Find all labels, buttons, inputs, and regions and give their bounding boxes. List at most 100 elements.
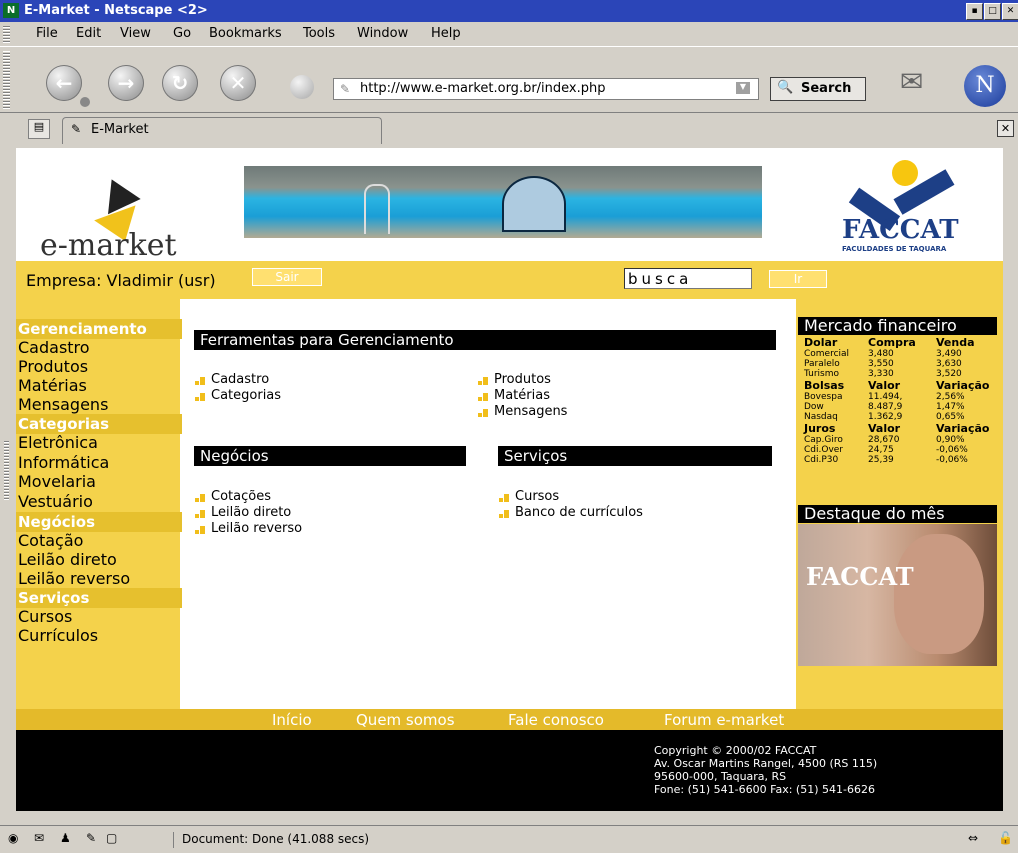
faccat-check-mark [848,169,955,232]
sidebar-item-produtos[interactable]: Produtos [18,357,88,376]
pool-banner [244,166,762,238]
tab-emarket[interactable]: ✎ E-Market [62,117,382,144]
faccat-logo[interactable]: FACCAT FACULDADES DE TAQUARA [834,160,974,258]
bullet-icon [195,509,205,519]
link-cadastro[interactable]: Cadastro [195,372,269,388]
menu-edit[interactable]: Edit [76,26,101,41]
faccat-subtitle: FACULDADES DE TAQUARA [842,245,947,253]
link-label: Produtos [494,372,551,387]
link-banco-curriculos[interactable]: Banco de currículos [499,505,643,521]
sidebar-cat-servicos[interactable]: Serviços [16,588,182,608]
link-leilao-reverso[interactable]: Leilão reverso [195,521,302,537]
link-cotacoes[interactable]: Cotações [195,489,271,505]
menu-window[interactable]: Window [357,26,408,41]
menu-help[interactable]: Help [431,26,461,41]
mail-icon[interactable]: ✉ [34,831,44,845]
menu-go[interactable]: Go [173,26,191,41]
window-titlebar[interactable]: N E-Market - Netscape <2> ▪ □ ✕ [0,0,1018,22]
copyright-line: Copyright © 2000/02 FACCAT [654,744,817,757]
sidebar-item-cursos[interactable]: Cursos [18,607,72,626]
bullet-icon [478,376,488,386]
sidebar-item-leilao-direto[interactable]: Leilão direto [18,550,117,569]
sidebar-item-curriculos[interactable]: Currículos [18,626,98,645]
forward-icon[interactable]: → [108,65,144,101]
left-sidebar: Gerenciamento Cadastro Produtos Matérias… [16,299,182,709]
mf-cell: -0,06% [936,445,968,455]
search-field[interactable]: busca [624,268,752,289]
footer-links-bar: Início Quem somos Fale conosco Forum e-m… [16,709,1003,730]
close-window-button[interactable]: ✕ [1002,3,1018,20]
mf-cell: 3,490 [936,349,962,359]
reload-icon[interactable]: ↻ [162,65,198,101]
user-bar: Empresa: Vladimir (usr) Sair busca Ir [16,261,1003,299]
minimize-button[interactable]: ▪ [966,3,983,20]
sidebar-item-leilao-reverso[interactable]: Leilão reverso [18,569,130,588]
sidebar-grip[interactable] [4,440,9,500]
back-dropdown-icon[interactable] [80,97,90,107]
security-lock-icon[interactable]: 🔓 [998,831,1013,845]
sidebar-item-vestuario[interactable]: Vestuário [18,492,93,511]
user-icon[interactable]: ♟ [60,831,71,845]
destaque-image[interactable]: FACCAT [798,524,997,666]
stop-icon[interactable]: ✕ [220,65,256,101]
dolar-head: Dolar [804,336,838,349]
toolbar-grip[interactable] [3,51,10,109]
maximize-button[interactable]: □ [984,3,1001,20]
online-icon[interactable]: ⇔ [968,831,978,845]
bullet-icon [478,392,488,402]
sair-button[interactable]: Sair [252,268,322,286]
mf-cell: -0,06% [936,455,968,465]
navigator-icon[interactable]: ◉ [8,831,18,845]
sidebar-item-movelaria[interactable]: Movelaria [18,472,96,491]
menu-file[interactable]: File [36,26,58,41]
netscape-logo-icon[interactable]: N [964,65,1006,107]
sidebar-item-cotacao[interactable]: Cotação [18,531,83,550]
composer-icon[interactable]: ✎ [86,831,96,845]
link-produtos[interactable]: Produtos [478,372,551,388]
link-materias[interactable]: Matérias [478,388,550,404]
new-tab-icon[interactable]: ▤ [28,119,50,139]
print-icon[interactable]: ✉ [900,65,936,98]
sidebar-item-mensagens[interactable]: Mensagens [18,395,108,414]
home-icon[interactable] [290,75,314,99]
variacao-head: Variação [936,422,990,435]
footer-link-fale-conosco[interactable]: Fale conosco [508,711,604,729]
mf-cell: 24,75 [868,445,894,455]
ir-button[interactable]: Ir [769,270,827,288]
back-icon[interactable]: ← [46,65,82,101]
menu-tools[interactable]: Tools [303,26,335,41]
emarket-logo[interactable]: e-market [36,168,216,263]
sidebar-cat-negocios[interactable]: Negócios [16,512,182,532]
tab-strip: ▤ ✎ E-Market ✕ [0,112,1018,145]
sidebar-item-cadastro[interactable]: Cadastro [18,338,90,357]
status-text: Document: Done (41.088 secs) [173,832,369,848]
url-dropdown-icon[interactable]: ▼ [736,82,750,94]
footer-link-quem-somos[interactable]: Quem somos [356,711,455,729]
sidebar-cat-categorias[interactable]: Categorias [16,414,182,434]
faccat-name: FACCAT [842,215,959,245]
section-servicos-title: Serviços [498,446,772,466]
link-categorias[interactable]: Categorias [195,388,281,404]
link-leilao-direto[interactable]: Leilão direto [195,505,291,521]
footer-link-forum[interactable]: Forum e-market [664,711,784,729]
sidebar-item-materias[interactable]: Matérias [18,376,87,395]
url-field[interactable]: ✎ http://www.e-market.org.br/index.php ▼ [333,78,759,100]
link-cursos[interactable]: Cursos [499,489,559,505]
menu-bookmarks[interactable]: Bookmarks [209,26,282,41]
link-mensagens[interactable]: Mensagens [478,404,567,420]
menubar-grip[interactable] [3,25,10,43]
address-line: Av. Oscar Martins Rangel, 4500 (RS 115) [654,757,878,770]
menu-view[interactable]: View [120,26,151,41]
close-tab-icon[interactable]: ✕ [997,120,1014,137]
sidebar-cat-gerenciamento[interactable]: Gerenciamento [16,319,182,339]
address-book-icon[interactable]: ▢ [106,831,117,845]
sidebar-item-eletronica[interactable]: Eletrônica [18,433,98,452]
compra-head: Compra [868,336,916,349]
mf-cell: 3,330 [868,369,894,379]
footer-link-inicio[interactable]: Início [272,711,312,729]
mf-cell: 3,480 [868,349,894,359]
phone-line: Fone: (51) 541-6600 Fax: (51) 541-6626 [654,783,875,796]
search-button[interactable]: 🔍 Search [770,77,866,101]
sidebar-item-informatica[interactable]: Informática [18,453,109,472]
page-content: e-market FACCAT FACULDADES DE TAQUARA Em… [16,148,1003,811]
